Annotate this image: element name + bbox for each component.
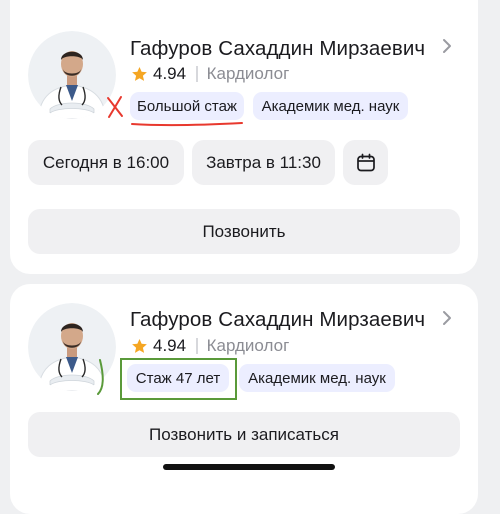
rating-row: 4.94 Кардиолог [130, 62, 289, 86]
doctor-avatar [28, 31, 116, 119]
divider [196, 66, 198, 82]
rating-row: 4.94 Кардиолог [130, 334, 289, 358]
doctor-name: Гафуров Сахаддин Мирзаевич [130, 308, 426, 331]
home-indicator [163, 464, 335, 470]
specialty: Кардиолог [206, 64, 290, 83]
doctor-avatar [28, 303, 116, 391]
doctor-card[interactable]: Гафуров Сахаддин Мирзаевич 4.94 Кардиоло… [10, 284, 478, 514]
call-and-book-button[interactable]: Позвонить и записаться [28, 412, 460, 457]
divider [196, 338, 198, 354]
doctor-card[interactable]: Гафуров Сахаддин Мирзаевич 4.94 Кардиоло… [10, 0, 478, 274]
call-button[interactable]: Позвонить [28, 209, 460, 254]
star-icon [132, 338, 147, 353]
slot-today[interactable]: Сегодня в 16:00 [28, 140, 184, 185]
tag-experience: Большой стаж [130, 92, 244, 120]
specialty: Кардиолог [206, 336, 290, 355]
chevron-right-icon[interactable] [438, 309, 456, 327]
slot-tomorrow[interactable]: Завтра в 11:30 [192, 140, 335, 185]
calendar-icon [356, 153, 375, 171]
doctor-name: Гафуров Сахаддин Мирзаевич [130, 37, 426, 60]
tag-academic: Академик мед. наук [253, 92, 408, 120]
tag-experience: Стаж 47 лет [127, 364, 229, 392]
calendar-button[interactable] [343, 140, 388, 185]
rating-value: 4.94 [153, 336, 187, 355]
tag-academic: Академик мед. наук [239, 364, 395, 392]
rating-value: 4.94 [153, 64, 187, 83]
chevron-right-icon[interactable] [438, 37, 456, 55]
star-icon [132, 66, 147, 81]
